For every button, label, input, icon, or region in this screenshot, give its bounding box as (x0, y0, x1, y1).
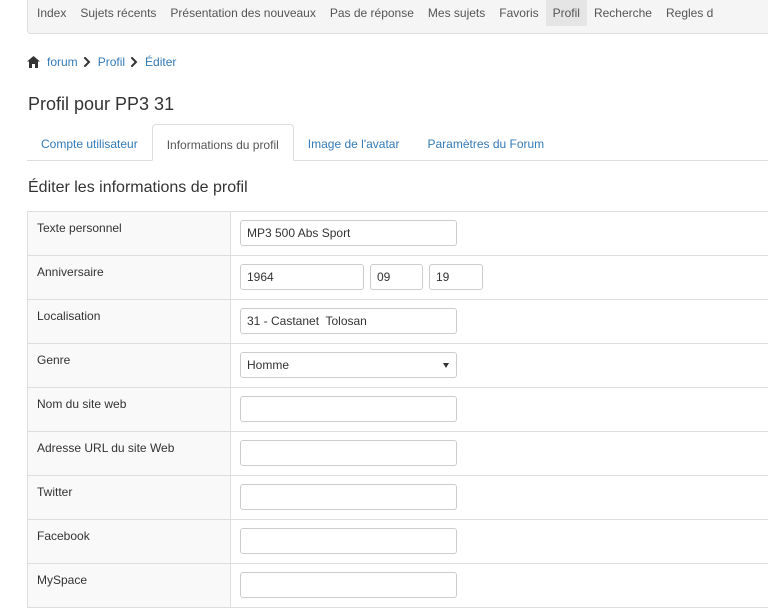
label-myspace: MySpace (28, 564, 231, 608)
label-website-url: Adresse URL du site Web (28, 432, 231, 476)
form-row-gender: Genre Homme (28, 344, 768, 388)
nav-list: Index Sujets récents Présentation des no… (28, 0, 768, 33)
nav-item-rules[interactable]: Regles d (659, 0, 720, 26)
gender-selected-value: Homme (247, 358, 289, 372)
nav-item-index[interactable]: Index (30, 0, 73, 26)
form-row-birthday: Anniversaire (28, 256, 768, 300)
nav-item-my-topics[interactable]: Mes sujets (421, 0, 492, 26)
label-facebook: Facebook (28, 520, 231, 564)
personal-text-input[interactable] (240, 220, 457, 246)
breadcrumb-profile[interactable]: Profil (98, 55, 125, 69)
label-gender: Genre (28, 344, 231, 388)
label-birthday: Anniversaire (28, 256, 231, 300)
nav-item-profile[interactable]: Profil (546, 0, 587, 26)
tab-profile-info[interactable]: Informations du profil (152, 124, 294, 161)
gender-select[interactable]: Homme (240, 352, 457, 378)
top-navbar: Index Sujets récents Présentation des no… (27, 0, 768, 34)
profile-form: Texte personnel Anniversaire Localisatio… (27, 211, 768, 608)
label-location: Localisation (28, 300, 231, 344)
birthday-day-input[interactable] (429, 264, 483, 290)
website-name-input[interactable] (240, 396, 457, 422)
form-row-website-name: Nom du site web (28, 388, 768, 432)
chevron-right-icon (131, 57, 139, 67)
nav-item-favorites[interactable]: Favoris (492, 0, 545, 26)
profile-tabs: Compte utilisateur Informations du profi… (27, 124, 768, 161)
facebook-input[interactable] (240, 528, 457, 554)
section-title: Éditer les informations de profil (28, 178, 248, 198)
home-icon[interactable] (27, 56, 40, 68)
birthday-group (240, 264, 768, 290)
label-twitter: Twitter (28, 476, 231, 520)
caret-down-icon (443, 363, 449, 368)
website-url-input[interactable] (240, 440, 457, 466)
nav-item-unanswered[interactable]: Pas de réponse (323, 0, 421, 26)
nav-item-recent-topics[interactable]: Sujets récents (73, 0, 163, 26)
birthday-year-input[interactable] (240, 264, 364, 290)
form-row-website-url: Adresse URL du site Web (28, 432, 768, 476)
nav-item-newcomers[interactable]: Présentation des nouveaux (163, 0, 322, 26)
tab-avatar[interactable]: Image de l'avatar (294, 124, 414, 160)
label-personal-text: Texte personnel (28, 212, 231, 256)
myspace-input[interactable] (240, 572, 457, 598)
birthday-month-input[interactable] (370, 264, 423, 290)
form-row-facebook: Facebook (28, 520, 768, 564)
tab-user-account[interactable]: Compte utilisateur (27, 124, 152, 160)
form-row-twitter: Twitter (28, 476, 768, 520)
chevron-right-icon (84, 57, 92, 67)
label-website-name: Nom du site web (28, 388, 231, 432)
breadcrumb-forum[interactable]: forum (47, 55, 78, 69)
twitter-input[interactable] (240, 484, 457, 510)
location-input[interactable] (240, 308, 457, 334)
tab-forum-settings[interactable]: Paramètres du Forum (413, 124, 558, 160)
breadcrumb-edit[interactable]: Éditer (145, 55, 176, 69)
nav-item-search[interactable]: Recherche (587, 0, 659, 26)
page-title: Profil pour PP3 31 (28, 93, 174, 115)
form-row-myspace: MySpace (28, 564, 768, 608)
form-row-location: Localisation (28, 300, 768, 344)
form-row-personal-text: Texte personnel (28, 212, 768, 256)
breadcrumb: forum Profil Éditer (27, 54, 176, 70)
